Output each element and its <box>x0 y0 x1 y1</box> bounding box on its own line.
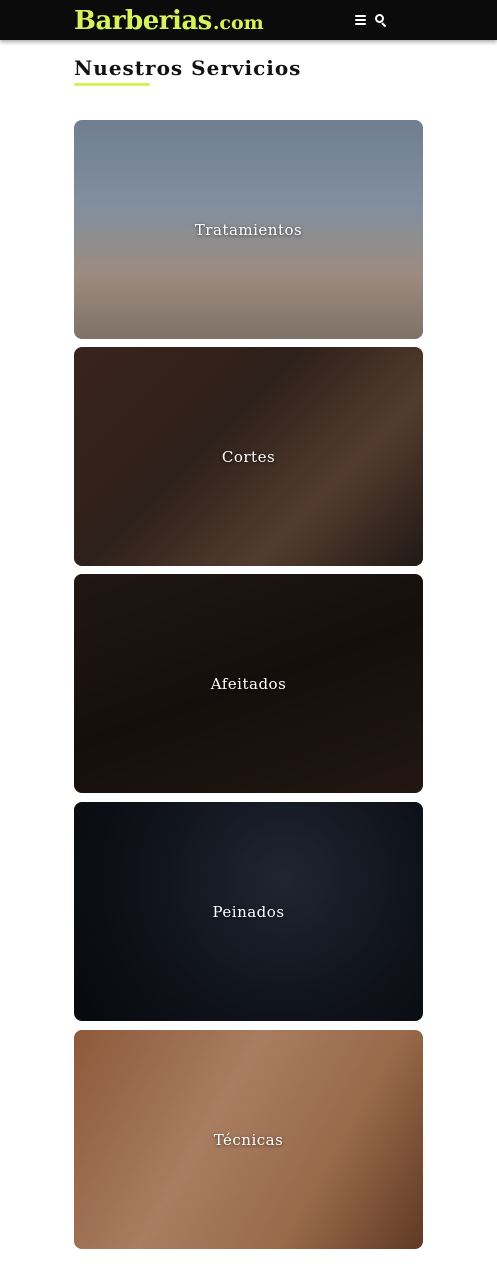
logo-text: Barberias <box>74 6 212 36</box>
service-label: Tratamientos <box>194 220 303 239</box>
service-card-peinados[interactable]: Peinados <box>74 802 423 1021</box>
service-card-tratamientos[interactable]: Tratamientos <box>74 120 423 339</box>
section-title: Nuestros Servicios <box>74 56 302 80</box>
logo-domain: .com <box>212 12 264 34</box>
nav-icons <box>354 12 388 28</box>
service-card-afeitados[interactable]: Afeitados <box>74 574 423 793</box>
service-label: Peinados <box>212 902 285 921</box>
service-card-cortes[interactable]: Cortes <box>74 347 423 566</box>
title-underline <box>74 83 150 86</box>
service-label: Cortes <box>221 447 276 466</box>
top-navigation-bar: Barberias .com <box>0 0 497 40</box>
service-card-tecnicas[interactable]: Técnicas <box>74 1030 423 1249</box>
hamburger-menu-icon[interactable] <box>354 13 368 27</box>
service-label: Afeitados <box>210 674 287 693</box>
site-logo[interactable]: Barberias .com <box>74 4 264 36</box>
service-label: Técnicas <box>213 1130 284 1149</box>
search-icon[interactable] <box>374 13 388 28</box>
